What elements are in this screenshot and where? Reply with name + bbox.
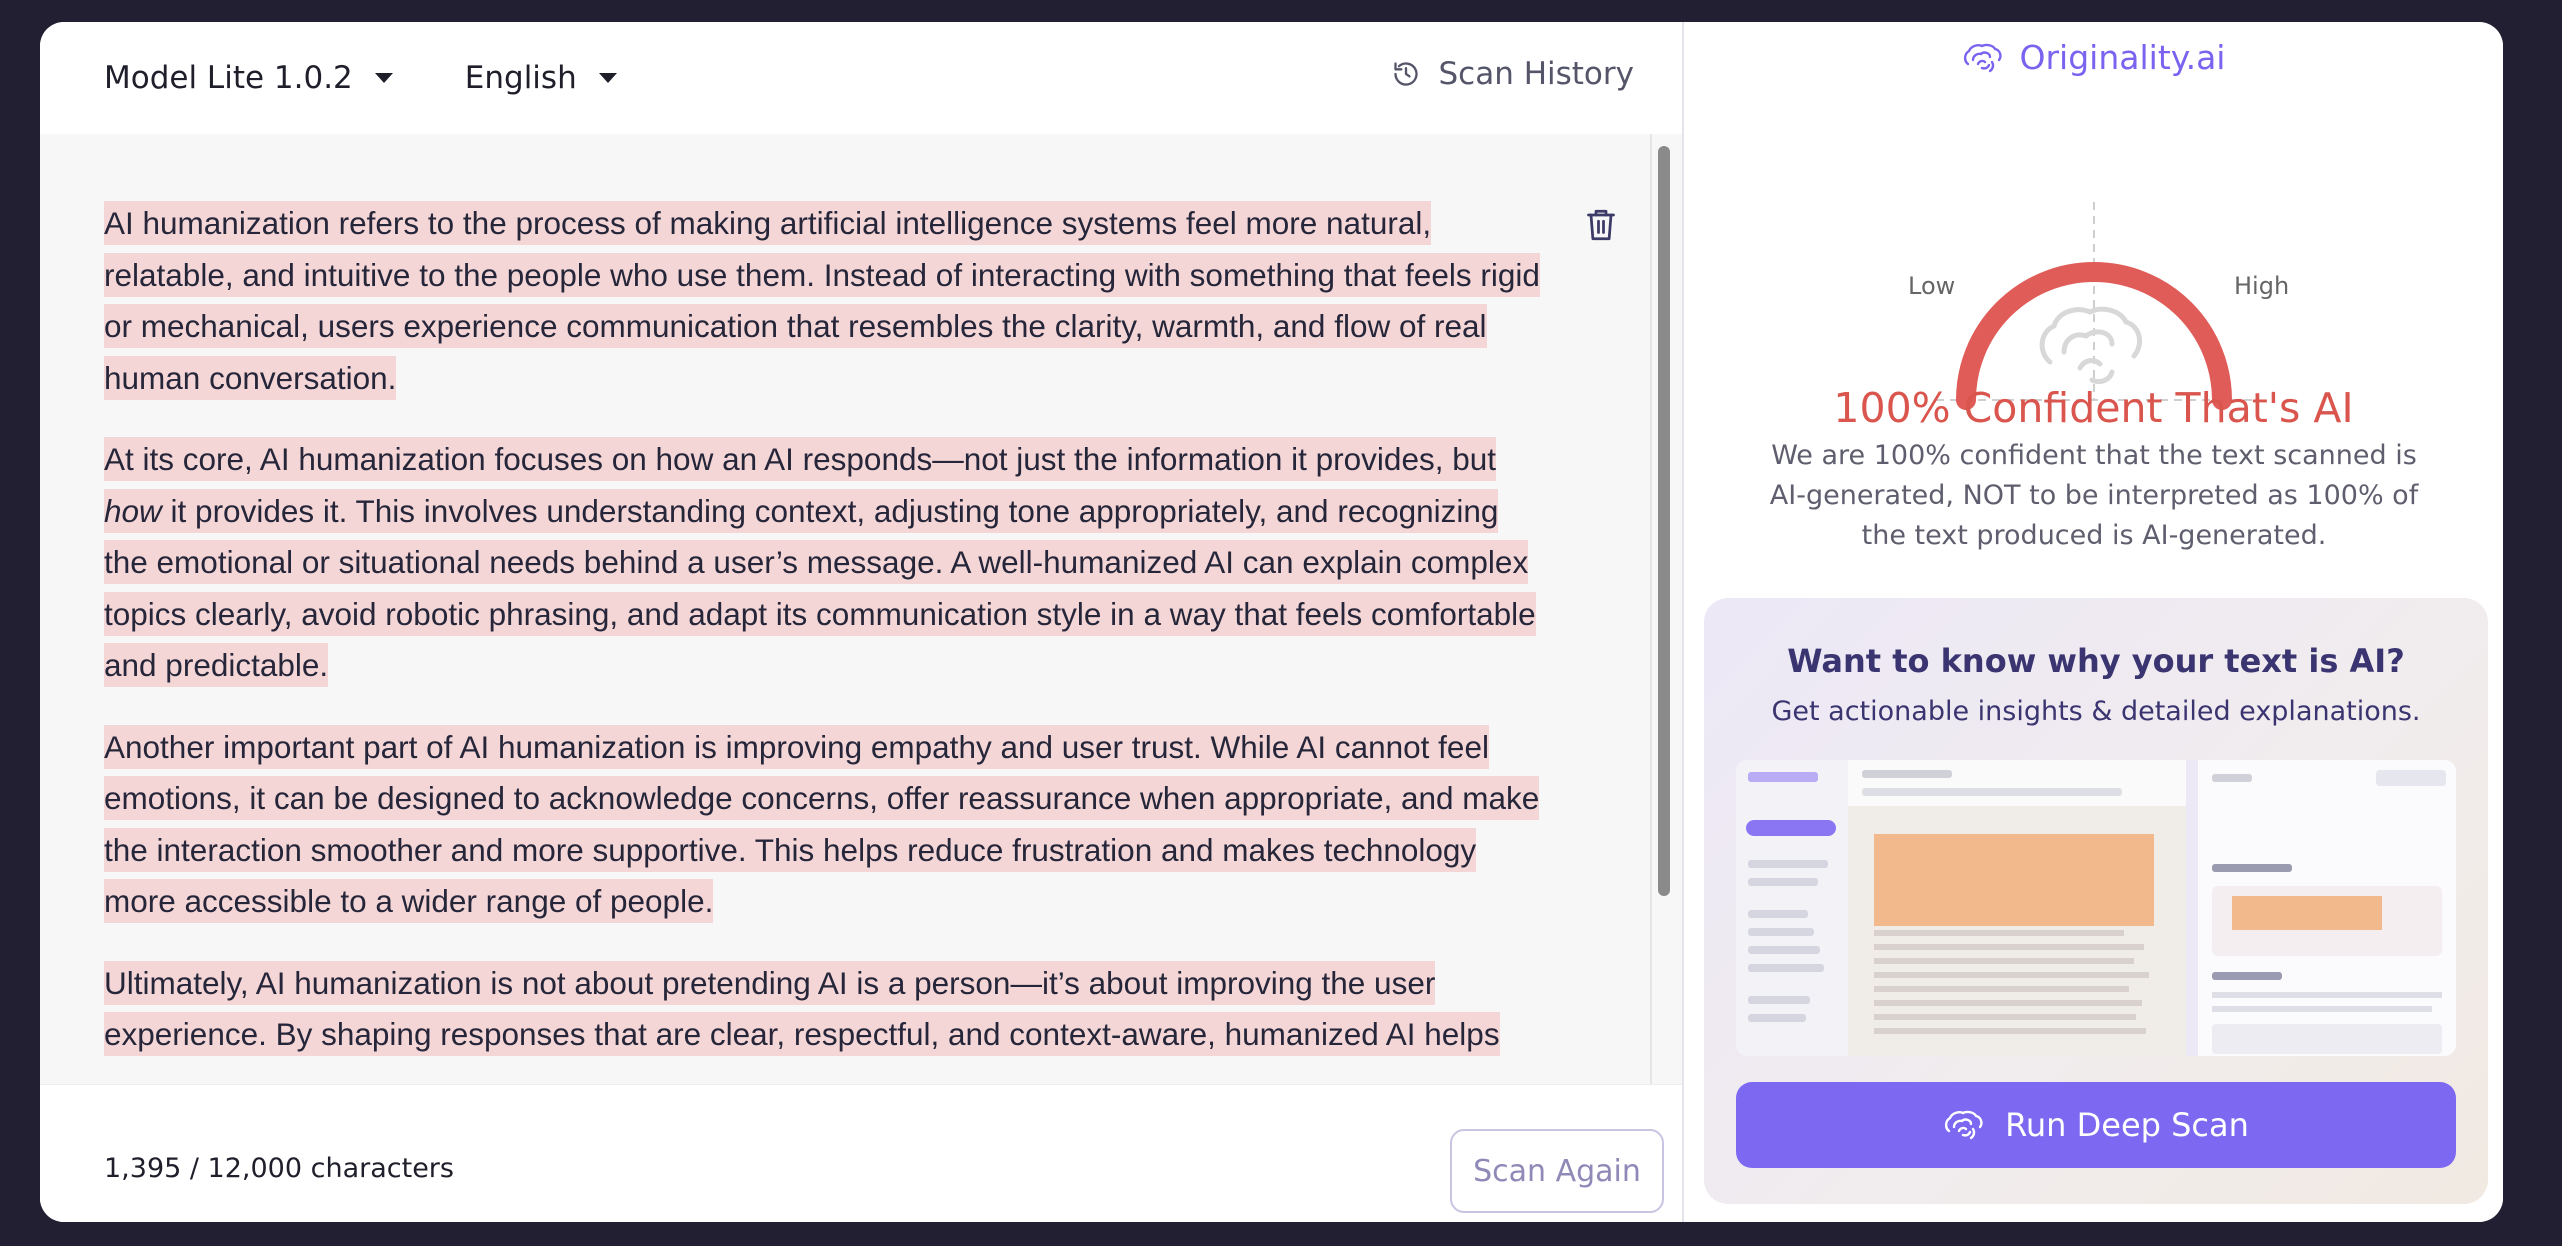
- gauge-low-label: Low: [1908, 272, 1956, 300]
- ai-highlight: Another important part of AI humanizatio…: [104, 724, 1540, 923]
- trash-icon[interactable]: [1586, 208, 1616, 246]
- paragraph: AI humanization refers to the process of…: [104, 198, 1544, 404]
- brand-header: Originality.ai: [1684, 38, 2503, 77]
- brain-icon: [1945, 1110, 1983, 1140]
- app-window: Model Lite 1.0.2 English Scan History AI…: [40, 22, 2503, 1222]
- brain-icon: [2039, 306, 2143, 385]
- scan-again-button[interactable]: Scan Again: [1450, 1129, 1664, 1213]
- scan-history-label: Scan History: [1438, 56, 1634, 92]
- run-deep-scan-label: Run Deep Scan: [2005, 1106, 2249, 1144]
- paragraph-text: At its core, AI humanization focuses on …: [104, 441, 1497, 477]
- deep-scan-preview-image: [1736, 760, 2456, 1056]
- editor-divider: [1650, 134, 1652, 1084]
- ai-highlight: AI humanization refers to the process of…: [104, 201, 1540, 400]
- results-panel: Originality.ai Low High 100% Confident T…: [1684, 22, 2503, 1222]
- paragraph: At its core, AI humanization focuses on …: [104, 434, 1544, 692]
- brand-name: Originality.ai: [2019, 38, 2226, 77]
- editor-toolbar: Model Lite 1.0.2 English Scan History: [40, 22, 1682, 134]
- confidence-headline: 100% Confident That's AI: [1833, 384, 2354, 432]
- language-label: English: [464, 60, 577, 96]
- ai-highlight: At its core, AI humanization focuses on …: [104, 437, 1536, 687]
- deep-scan-promo: Want to know why your text is AI? Get ac…: [1704, 598, 2488, 1204]
- editor-scrollbar[interactable]: [1658, 146, 1670, 896]
- editor-footer: 1,395 / 12,000 characters Scan Again: [40, 1084, 1682, 1222]
- promo-subtitle: Get actionable insights & detailed expla…: [1771, 696, 2421, 727]
- model-label: Model Lite 1.0.2: [104, 60, 353, 96]
- paragraph: Ultimately, AI humanization is not about…: [104, 958, 1544, 1061]
- confidence-description: We are 100% confident that the text scan…: [1769, 440, 2419, 551]
- history-icon: [1394, 62, 1419, 86]
- gauge-high-label: High: [2234, 272, 2290, 300]
- promo-title: Want to know why your text is AI?: [1787, 642, 2405, 680]
- scan-history-button[interactable]: Scan History: [1392, 56, 1634, 92]
- model-dropdown[interactable]: Model Lite 1.0.2: [104, 60, 393, 96]
- character-count: 1,395 / 12,000 characters: [104, 1153, 454, 1184]
- editor-content[interactable]: AI humanization refers to the process of…: [104, 198, 1544, 1084]
- paragraph: Another important part of AI humanizatio…: [104, 722, 1544, 928]
- chevron-down-icon: [374, 73, 393, 83]
- chevron-down-icon: [598, 73, 617, 83]
- run-deep-scan-button[interactable]: Run Deep Scan: [1736, 1082, 2456, 1168]
- language-dropdown[interactable]: English: [465, 60, 617, 96]
- editor-panel: Model Lite 1.0.2 English Scan History AI…: [40, 22, 1682, 1222]
- brain-logo-icon: [1963, 43, 2002, 72]
- ai-highlight: Ultimately, AI humanization is not about…: [104, 960, 1500, 1056]
- text-editor[interactable]: AI humanization refers to the process of…: [40, 134, 1682, 1084]
- paragraph-text: it provides it. This involves understand…: [104, 492, 1536, 684]
- italic-text: how: [104, 492, 162, 529]
